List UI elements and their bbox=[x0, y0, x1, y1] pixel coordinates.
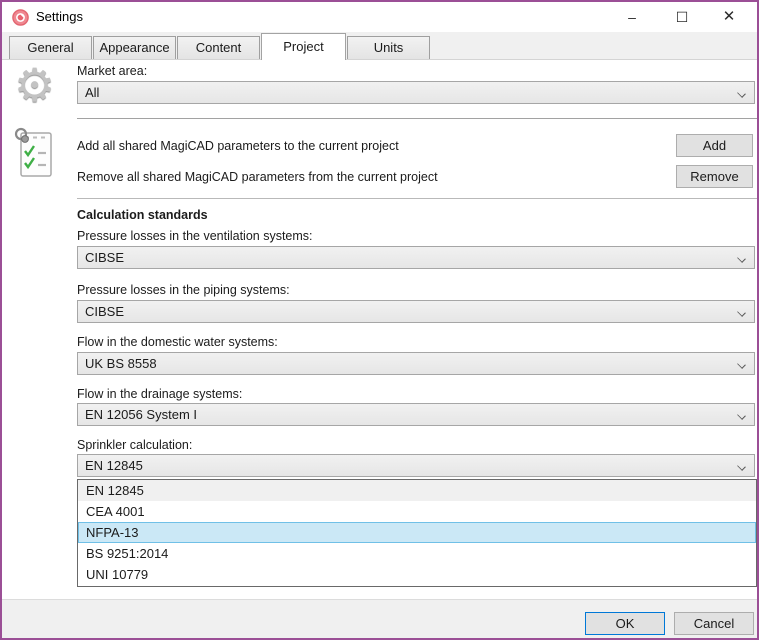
dropdown-option-bs-9251[interactable]: BS 9251:2014 bbox=[78, 543, 756, 564]
chevron-down-icon bbox=[738, 412, 746, 420]
sprinkler-calculation-value: EN 12845 bbox=[85, 458, 143, 473]
tab-strip: General Appearance Content Project Units bbox=[2, 32, 757, 60]
chevron-down-icon bbox=[738, 309, 746, 317]
dropdown-option-cea-4001[interactable]: CEA 4001 bbox=[78, 501, 756, 522]
piping-pressure-value: CIBSE bbox=[85, 304, 124, 319]
chevron-down-icon bbox=[738, 463, 746, 471]
close-button[interactable]: ✕ bbox=[709, 2, 749, 32]
domestic-water-select[interactable]: UK BS 8558 bbox=[77, 352, 755, 375]
title-bar: Settings – ☐ ✕ bbox=[2, 2, 757, 32]
drainage-flow-label: Flow in the drainage systems: bbox=[77, 387, 242, 401]
drainage-flow-select[interactable]: EN 12056 System I bbox=[77, 403, 755, 426]
ok-button[interactable]: OK bbox=[585, 612, 665, 635]
market-area-label: Market area: bbox=[77, 64, 147, 78]
dropdown-option-en-12845[interactable]: EN 12845 bbox=[78, 480, 756, 501]
drainage-flow-value: EN 12056 System I bbox=[85, 407, 197, 422]
window-title: Settings bbox=[36, 9, 83, 24]
sprinkler-calculation-select[interactable]: EN 12845 bbox=[77, 454, 755, 477]
ventilation-pressure-select[interactable]: CIBSE bbox=[77, 246, 755, 269]
market-area-select[interactable]: All bbox=[77, 81, 755, 104]
chevron-down-icon bbox=[738, 255, 746, 263]
calculation-standards-heading: Calculation standards bbox=[77, 208, 208, 222]
project-tab-page: ⚙ Market area: All Add all shared MagiCA… bbox=[2, 60, 757, 599]
chevron-down-icon bbox=[738, 90, 746, 98]
add-button[interactable]: Add bbox=[676, 134, 753, 157]
checklist-icon bbox=[14, 127, 54, 182]
sprinkler-dropdown-list: EN 12845 CEA 4001 NFPA-13 BS 9251:2014 U… bbox=[77, 479, 757, 587]
add-parameters-text: Add all shared MagiCAD parameters to the… bbox=[77, 139, 399, 153]
tab-appearance[interactable]: Appearance bbox=[93, 36, 176, 59]
remove-parameters-text: Remove all shared MagiCAD parameters fro… bbox=[77, 170, 438, 184]
gear-icon: ⚙ bbox=[14, 62, 55, 108]
tab-general[interactable]: General bbox=[9, 36, 92, 59]
tab-project[interactable]: Project bbox=[261, 33, 346, 60]
settings-dialog: Settings – ☐ ✕ General Appearance Conten… bbox=[0, 0, 759, 640]
minimize-button[interactable]: – bbox=[612, 2, 652, 32]
ventilation-pressure-label: Pressure losses in the ventilation syste… bbox=[77, 229, 313, 243]
tab-content[interactable]: Content bbox=[177, 36, 260, 59]
separator bbox=[77, 118, 757, 119]
remove-button[interactable]: Remove bbox=[676, 165, 753, 188]
settings-app-icon bbox=[12, 9, 29, 26]
dropdown-option-uni-10779[interactable]: UNI 10779 bbox=[78, 564, 756, 585]
ventilation-pressure-value: CIBSE bbox=[85, 250, 124, 265]
piping-pressure-select[interactable]: CIBSE bbox=[77, 300, 755, 323]
chevron-down-icon bbox=[738, 361, 746, 369]
domestic-water-value: UK BS 8558 bbox=[85, 356, 157, 371]
tab-units[interactable]: Units bbox=[347, 36, 430, 59]
separator bbox=[77, 198, 757, 199]
sprinkler-calculation-label: Sprinkler calculation: bbox=[77, 438, 192, 452]
cancel-button[interactable]: Cancel bbox=[674, 612, 754, 635]
piping-pressure-label: Pressure losses in the piping systems: bbox=[77, 283, 290, 297]
domestic-water-label: Flow in the domestic water systems: bbox=[77, 335, 278, 349]
maximize-button[interactable]: ☐ bbox=[662, 2, 702, 32]
dialog-footer: OK Cancel bbox=[2, 599, 757, 638]
dropdown-option-nfpa-13[interactable]: NFPA-13 bbox=[78, 522, 756, 543]
market-area-value: All bbox=[85, 85, 99, 100]
